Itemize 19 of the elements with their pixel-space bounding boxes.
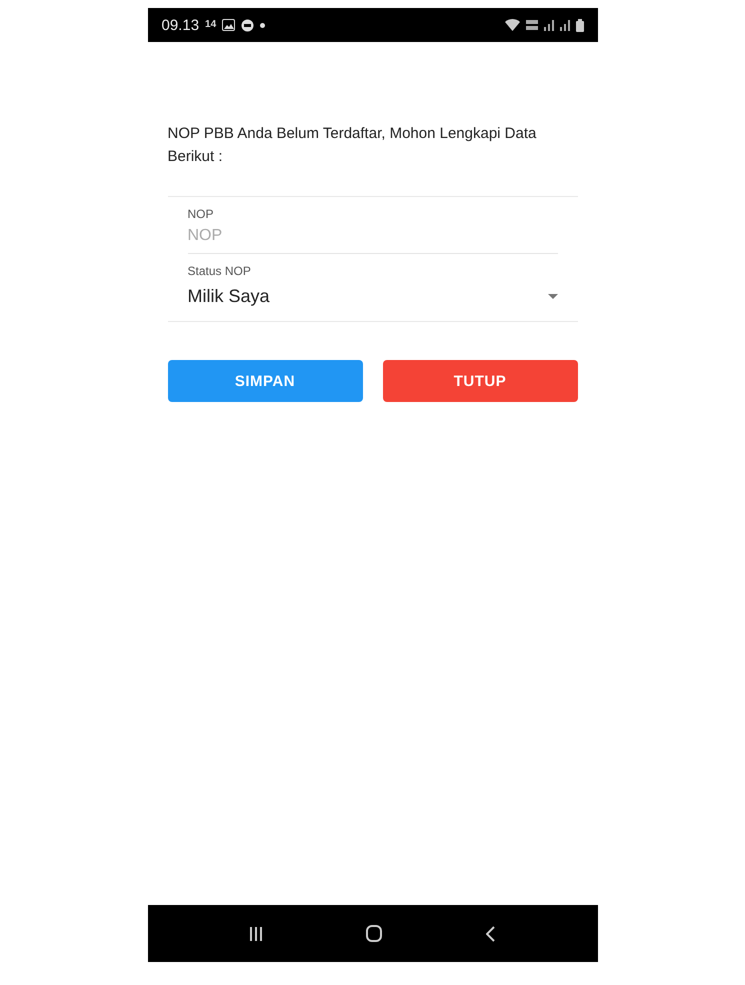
wifi-icon: [504, 19, 520, 31]
dropdown-caret-icon[interactable]: [548, 294, 558, 299]
field-label: NOP: [188, 207, 215, 221]
dot-icon: [260, 22, 266, 28]
signal-icon: [544, 19, 554, 31]
input-field[interactable]: NOP: [188, 221, 558, 254]
dropdown-value[interactable]: Milik Saya: [188, 286, 270, 307]
net-speed: 14: [205, 20, 216, 30]
image-icon: [222, 19, 236, 31]
home-icon[interactable]: [366, 925, 382, 942]
battery-icon: [576, 18, 584, 32]
close-button[interactable]: TUTUP: [382, 360, 578, 402]
signal-icon: [560, 19, 570, 31]
field-label: Status NOP: [188, 264, 252, 278]
info-message: NOP PBB Anda Belum Terdaftar, Mohon Lengkapi Data Berikut :: [168, 124, 538, 167]
back-icon[interactable]: [486, 926, 496, 942]
recent-apps-icon[interactable]: [250, 926, 262, 940]
save-button[interactable]: SIMPAN: [168, 360, 362, 402]
status-time: 09.13: [162, 16, 200, 34]
